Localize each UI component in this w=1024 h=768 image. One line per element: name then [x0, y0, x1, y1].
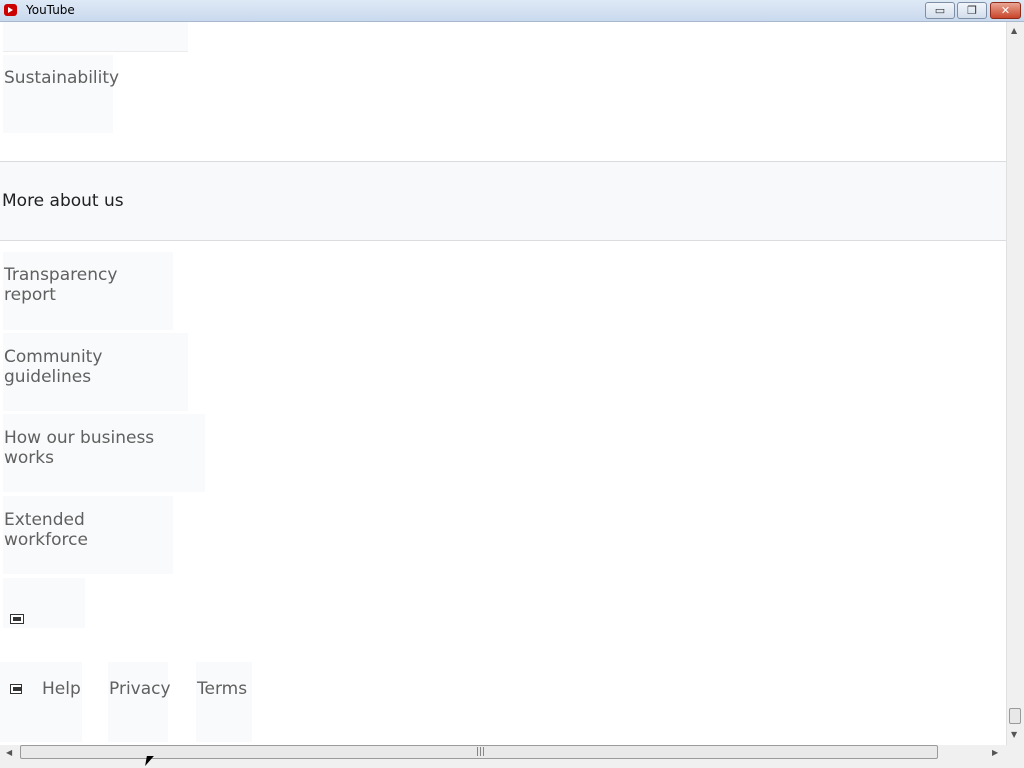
window-title: YouTube — [26, 3, 75, 17]
scroll-right-arrow-icon[interactable]: ▶ — [992, 748, 998, 757]
footer-help-link[interactable]: Help — [0, 662, 82, 742]
broken-image-icon — [10, 684, 22, 694]
scroll-up-arrow-icon[interactable]: ▲ — [1011, 26, 1017, 35]
previous-link-tile[interactable] — [3, 22, 188, 52]
terms-label: Terms — [197, 679, 248, 699]
footer-terms-link[interactable]: Terms — [196, 662, 252, 742]
footer-privacy-link[interactable]: Privacy — [108, 662, 171, 742]
close-button[interactable]: ✕ — [990, 2, 1021, 19]
vertical-scrollbar[interactable]: ▲ ▼ — [1006, 22, 1024, 745]
link-community-guidelines[interactable]: Community guidelines — [3, 333, 188, 411]
scrollbar-corner — [1006, 745, 1024, 760]
minimize-button[interactable]: ▭ — [925, 2, 955, 19]
link-sustainability[interactable]: Sustainability — [3, 55, 119, 133]
restore-button[interactable]: ❐ — [957, 2, 987, 19]
window-bottom-edge — [0, 760, 1024, 768]
browser-window: YouTube ▭ ❐ ✕ Sustainability More about … — [0, 0, 1024, 768]
youtube-icon — [4, 4, 17, 16]
grip-icon: ||| — [476, 747, 486, 757]
broken-image-icon — [10, 614, 24, 624]
help-label: Help — [42, 679, 81, 699]
scroll-down-arrow-icon[interactable]: ▼ — [1011, 730, 1017, 739]
section-title: More about us — [2, 191, 124, 211]
vertical-scroll-thumb[interactable] — [1009, 708, 1021, 724]
scroll-left-arrow-icon[interactable]: ◀ — [6, 748, 12, 757]
logo-link[interactable] — [3, 578, 85, 628]
link-extended-workforce[interactable]: Extended workforce — [3, 496, 173, 574]
more-about-us-section[interactable]: More about us — [0, 161, 1006, 241]
link-how-our-business-works[interactable]: How our business works — [3, 414, 205, 492]
link-transparency-report[interactable]: Transparency report — [3, 252, 173, 330]
privacy-label: Privacy — [109, 679, 171, 699]
horizontal-scroll-thumb[interactable]: ||| — [20, 745, 938, 759]
page-content: Sustainability More about us Transparenc… — [0, 22, 1006, 745]
title-bar: YouTube ▭ ❐ ✕ — [0, 0, 1024, 22]
